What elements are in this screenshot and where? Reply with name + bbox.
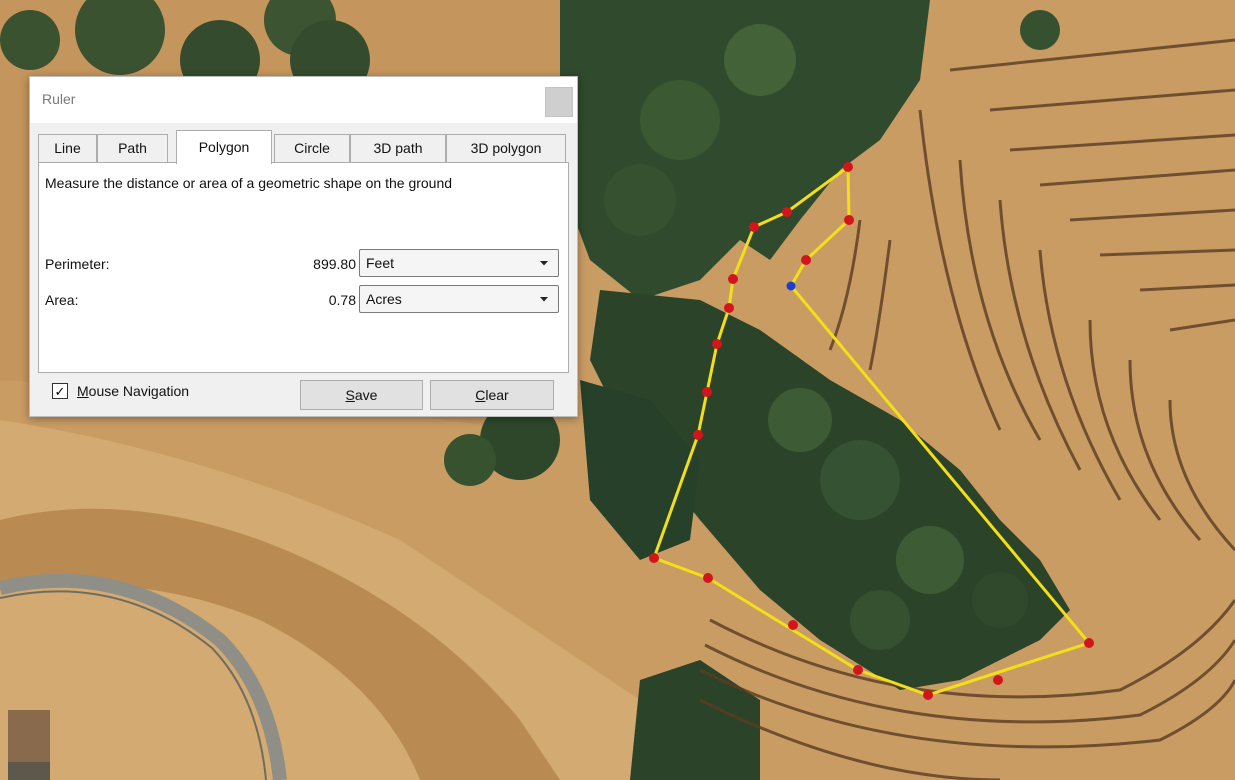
ruler-dialog: Ruler Line Path Polygon Circle 3D path 3… — [29, 76, 578, 417]
polygon-vertex[interactable] — [801, 255, 811, 265]
checkmark-icon: ✓ — [54, 383, 66, 399]
polygon-vertex[interactable] — [712, 339, 722, 349]
save-button[interactable]: Save — [300, 380, 423, 410]
dialog-title: Ruler — [42, 91, 76, 107]
building-roof — [8, 710, 50, 762]
save-button-rest: ave — [354, 387, 378, 403]
polygon-vertex[interactable] — [703, 573, 713, 583]
tab-line[interactable]: Line — [38, 134, 97, 162]
mouse-navigation-label: Mouse Navigation — [77, 383, 189, 399]
perimeter-label: Perimeter: — [45, 256, 110, 272]
polygon-vertex[interactable] — [728, 274, 738, 284]
clear-button[interactable]: Clear — [430, 380, 554, 410]
dialog-footer: ✓ Mouse Navigation Save Clear — [30, 377, 577, 415]
mouse-navigation-label-mnemonic: M — [77, 383, 89, 399]
perimeter-unit-select[interactable]: Feet — [359, 249, 559, 277]
polygon-vertex[interactable] — [843, 162, 853, 172]
tab-circle[interactable]: Circle — [274, 134, 350, 162]
panel-description: Measure the distance or area of a geomet… — [45, 175, 453, 191]
perimeter-value: 899.80 — [313, 256, 356, 272]
polygon-vertex[interactable] — [724, 303, 734, 313]
area-label: Area: — [45, 292, 79, 308]
dialog-titlebar[interactable]: Ruler — [30, 77, 577, 123]
area-unit-value: Acres — [366, 291, 402, 307]
area-value: 0.78 — [328, 292, 356, 308]
polygon-tab-panel: Measure the distance or area of a geomet… — [38, 162, 569, 373]
tab-path[interactable]: Path — [97, 134, 168, 162]
polygon-vertex[interactable] — [844, 215, 854, 225]
polygon-vertex[interactable] — [788, 620, 798, 630]
polygon-vertex[interactable] — [693, 430, 703, 440]
close-button[interactable] — [545, 87, 573, 117]
tab-3d-path[interactable]: 3D path — [350, 134, 446, 162]
perimeter-unit-value: Feet — [366, 255, 395, 271]
tab-3d-polygon[interactable]: 3D polygon — [446, 134, 566, 162]
polygon-vertex[interactable] — [923, 690, 933, 700]
tab-polygon[interactable]: Polygon — [176, 130, 272, 164]
mouse-navigation-checkbox[interactable]: ✓ — [52, 383, 68, 399]
save-button-mnemonic: S — [345, 387, 355, 403]
polygon-vertex[interactable] — [1084, 638, 1094, 648]
area-unit-select[interactable]: Acres — [359, 285, 559, 313]
polygon-vertex[interactable] — [993, 675, 1003, 685]
polygon-vertex[interactable] — [782, 207, 792, 217]
polygon-vertex[interactable] — [702, 387, 712, 397]
polygon-vertex[interactable] — [749, 222, 759, 232]
clear-button-rest: lear — [485, 387, 509, 403]
mouse-navigation-toggle[interactable]: ✓ Mouse Navigation — [52, 383, 189, 399]
building-shadow — [8, 762, 50, 780]
chevron-down-icon — [540, 297, 548, 302]
polygon-vertex[interactable] — [649, 553, 659, 563]
clear-button-mnemonic: C — [475, 387, 486, 403]
polygon-vertex[interactable] — [853, 665, 863, 675]
polygon-vertex-active[interactable] — [786, 281, 796, 291]
mouse-navigation-label-rest: ouse Navigation — [88, 383, 190, 399]
chevron-down-icon — [540, 261, 548, 266]
